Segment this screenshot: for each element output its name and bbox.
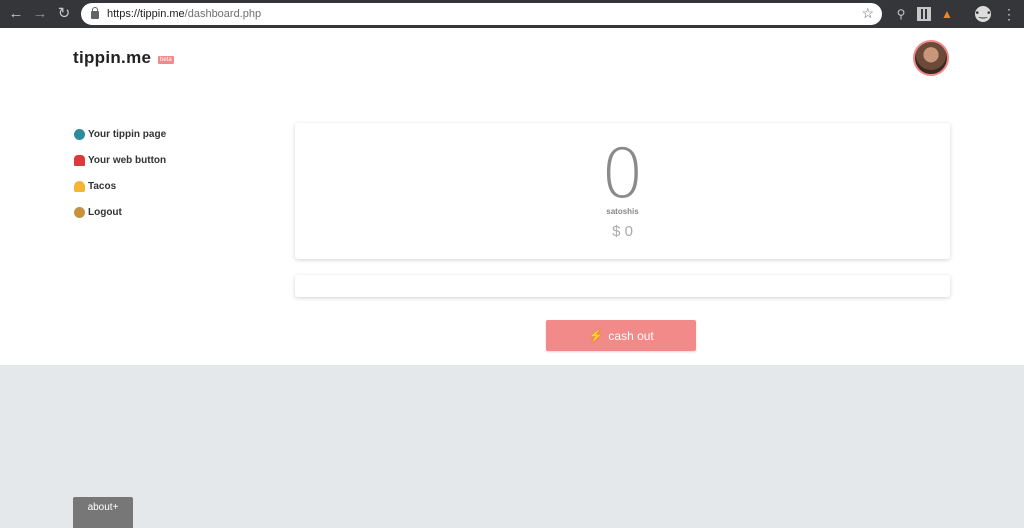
- browser-menu-icon[interactable]: ⋮: [1002, 5, 1016, 23]
- lightning-bolt-icon: ⚡: [588, 327, 605, 343]
- sidebar-item-label: Your web button: [88, 154, 167, 166]
- address-bar[interactable]: https://tippin.me/dashboard.php ☆: [81, 3, 882, 25]
- globe-icon: [74, 128, 85, 140]
- user-avatar[interactable]: [913, 40, 949, 76]
- key-extension-icon[interactable]: ⚲: [893, 5, 909, 23]
- sidebar-item-label: Logout: [88, 206, 122, 218]
- empty-card: [295, 275, 950, 297]
- profile-face-icon[interactable]: •‿•: [975, 6, 991, 22]
- sidebar-item-tacos[interactable]: Tacos: [74, 173, 166, 199]
- flame-extension-icon[interactable]: ▲: [940, 5, 954, 23]
- monkey-icon: [74, 206, 85, 218]
- qr-extension-icon[interactable]: [917, 7, 931, 21]
- about-tab[interactable]: about+: [73, 497, 133, 528]
- sidebar-item-tippin-page[interactable]: Your tippin page: [74, 121, 166, 147]
- siren-icon: [74, 154, 85, 166]
- sidebar-item-label: Tacos: [88, 180, 117, 192]
- forward-arrow-icon[interactable]: →: [29, 3, 51, 25]
- sidebar-item-logout[interactable]: Logout: [74, 199, 166, 225]
- taco-icon: [74, 180, 85, 192]
- cash-out-label: cash out: [608, 328, 654, 343]
- lock-icon: [91, 7, 99, 19]
- reload-icon[interactable]: ↻: [53, 3, 75, 25]
- site-logo[interactable]: tippin.me: [73, 48, 151, 68]
- balance-amount: 0: [600, 135, 645, 214]
- dashboard-page: tippin.me beta Your tippin page Your web…: [0, 28, 1024, 365]
- sidebar-item-web-button[interactable]: Your web button: [74, 147, 166, 173]
- fiat-balance: $ 0: [612, 223, 633, 240]
- balance-unit: satoshis: [606, 207, 639, 216]
- browser-toolbar: ← → ↻ https://tippin.me/dashboard.php ☆ …: [0, 0, 1024, 28]
- sidebar-nav: Your tippin page Your web button Tacos L…: [74, 121, 166, 225]
- bookmark-star-icon[interactable]: ☆: [861, 5, 874, 22]
- beta-badge: beta: [158, 56, 174, 64]
- balance-card: 0 satoshis $ 0: [295, 123, 950, 259]
- cash-out-button[interactable]: ⚡ cash out: [546, 320, 696, 351]
- url-text: https://tippin.me/dashboard.php: [107, 8, 262, 20]
- sidebar-item-label: Your tippin page: [88, 128, 167, 140]
- back-arrow-icon[interactable]: ←: [5, 3, 27, 25]
